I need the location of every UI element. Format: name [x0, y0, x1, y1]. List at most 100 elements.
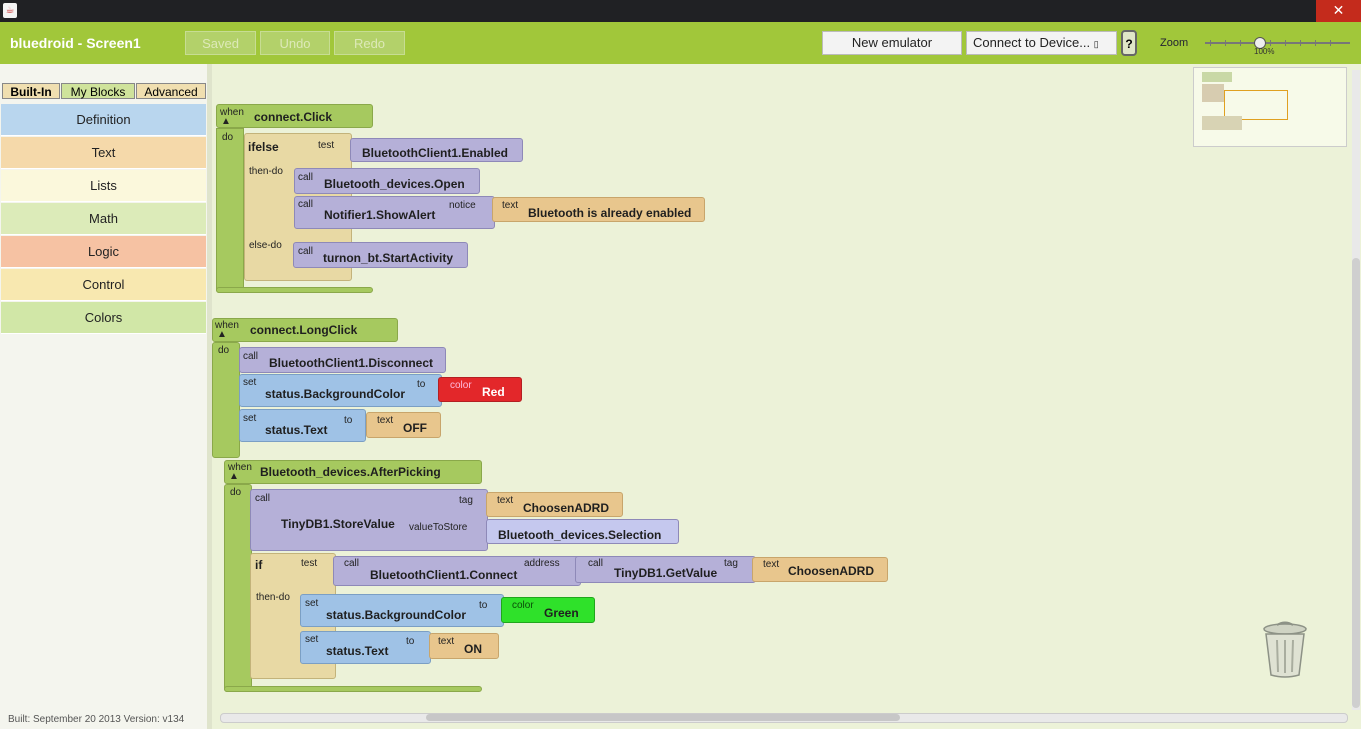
open-label: Bluetooth_devices.Open [324, 177, 465, 191]
set-label: set [243, 413, 257, 424]
do-label: do [218, 345, 230, 356]
tab-advanced[interactable]: Advanced [136, 83, 206, 99]
text-chosen-value: ChoosenADRD [788, 564, 874, 578]
zoom-tick [1330, 40, 1331, 46]
vertical-scroll-thumb[interactable] [1352, 258, 1360, 708]
collapse-icon[interactable]: ▲ [221, 116, 231, 127]
to-label: to [417, 379, 426, 390]
showalert-label: Notifier1.ShowAlert [324, 208, 436, 222]
drawer-text[interactable]: Text [1, 137, 206, 169]
text-on-value: ON [464, 642, 482, 656]
app-title: bluedroid - Screen1 [10, 35, 141, 51]
java-icon: ☕ [3, 3, 17, 18]
to-label: to [406, 636, 415, 647]
connect-device-dropdown[interactable]: Connect to Device... ▯ [966, 31, 1117, 55]
zoom-tick [1300, 40, 1301, 46]
alert-message: Bluetooth is already enabled [528, 206, 692, 220]
selection-label: Bluetooth_devices.Selection [498, 528, 662, 542]
backgroundcolor-label: status.BackgroundColor [265, 387, 406, 401]
backgroundcolor-label: status.BackgroundColor [326, 608, 467, 622]
drawer-math[interactable]: Math [1, 203, 206, 235]
trash-can-icon[interactable] [1262, 620, 1308, 678]
window-title-bar [0, 0, 1361, 22]
storevalue-label: TinyDB1.StoreValue [281, 517, 395, 531]
ifelse-label: ifelse [248, 140, 279, 154]
event-block-body [212, 342, 240, 458]
event-name: Bluetooth_devices.AfterPicking [260, 465, 441, 479]
notice-label: notice [449, 200, 476, 211]
tab-built-in[interactable]: Built-In [2, 83, 60, 99]
address-label: address [524, 558, 560, 569]
text-chosen-value: ChoosenADRD [523, 501, 609, 515]
event-block-body [216, 128, 244, 293]
build-info: Built: September 20 2013 Version: v134 [8, 714, 185, 725]
valuetostore-label: valueToStore [409, 522, 468, 533]
call-label: call [344, 558, 360, 569]
set-label: set [243, 377, 257, 388]
to-label: to [479, 600, 488, 611]
drawer-control[interactable]: Control [1, 269, 206, 301]
then-do-label: then-do [256, 592, 290, 603]
drawer-definition[interactable]: Definition [1, 104, 206, 136]
zoom-tick [1270, 40, 1271, 46]
help-icon[interactable]: ? [1121, 30, 1137, 56]
workspace-minimap[interactable] [1193, 67, 1347, 147]
statustext-label: status.Text [265, 423, 328, 437]
zoom-slider[interactable] [1205, 42, 1350, 44]
event-name: connect.LongClick [250, 323, 358, 337]
call-label: call [298, 246, 314, 257]
zoom-percent: 100% [1254, 47, 1275, 56]
collapse-icon[interactable]: ▲ [229, 471, 239, 482]
new-emulator-button[interactable]: New emulator [822, 31, 962, 55]
event-block-body [224, 484, 252, 692]
zoom-tick [1285, 40, 1286, 46]
disconnect-label: BluetoothClient1.Disconnect [269, 356, 434, 370]
event-name: connect.Click [254, 110, 333, 124]
zoom-tick [1240, 40, 1241, 46]
horizontal-scroll-thumb[interactable] [426, 714, 900, 721]
to-label: to [344, 415, 353, 426]
tag-label: tag [724, 558, 738, 569]
statustext-label: status.Text [326, 644, 389, 658]
collapse-icon[interactable]: ▲ [217, 329, 227, 340]
chevron-down-icon: ▯ [1093, 39, 1099, 49]
drawer-lists[interactable]: Lists [1, 170, 206, 202]
minimap-block [1202, 84, 1224, 102]
call-label: call [255, 493, 271, 504]
undo-button[interactable]: Undo [260, 31, 330, 55]
zoom-label: Zoom [1160, 37, 1189, 49]
drawer-colors[interactable]: Colors [1, 302, 206, 334]
then-do-label: then-do [249, 166, 283, 177]
else-do-label: else-do [249, 240, 282, 251]
color-red-value: Red [482, 385, 505, 399]
text-label: text [502, 200, 519, 211]
color-label: color [512, 600, 534, 611]
text-label: text [497, 495, 514, 506]
set-label: set [305, 598, 319, 609]
call-label: call [243, 351, 259, 362]
tab-my-blocks[interactable]: My Blocks [61, 83, 135, 99]
call-label: call [298, 172, 314, 183]
do-label: do [222, 132, 234, 143]
close-window-button[interactable]: ✕ [1316, 0, 1361, 22]
enabled-label: BluetoothClient1.Enabled [362, 146, 509, 160]
color-green-value: Green [544, 606, 579, 620]
redo-button[interactable]: Redo [334, 31, 405, 55]
minimap-block [1202, 72, 1232, 82]
event-block-footer [224, 686, 482, 692]
if-label: if [255, 558, 263, 572]
drawer-logic[interactable]: Logic [1, 236, 206, 268]
startactivity-label: turnon_bt.StartActivity [323, 251, 454, 265]
tag-label: tag [459, 495, 473, 506]
zoom-tick [1210, 40, 1211, 46]
test-label: test [318, 140, 335, 151]
getvalue-label: TinyDB1.GetValue [614, 566, 718, 580]
saved-button[interactable]: Saved [185, 31, 256, 55]
call-label: call [588, 558, 604, 569]
set-label: set [305, 634, 319, 645]
connect-label: BluetoothClient1.Connect [370, 568, 518, 582]
do-label: do [230, 487, 242, 498]
connect-device-label: Connect to Device... [973, 35, 1091, 50]
text-label: text [763, 559, 780, 570]
call-label: call [298, 199, 314, 210]
